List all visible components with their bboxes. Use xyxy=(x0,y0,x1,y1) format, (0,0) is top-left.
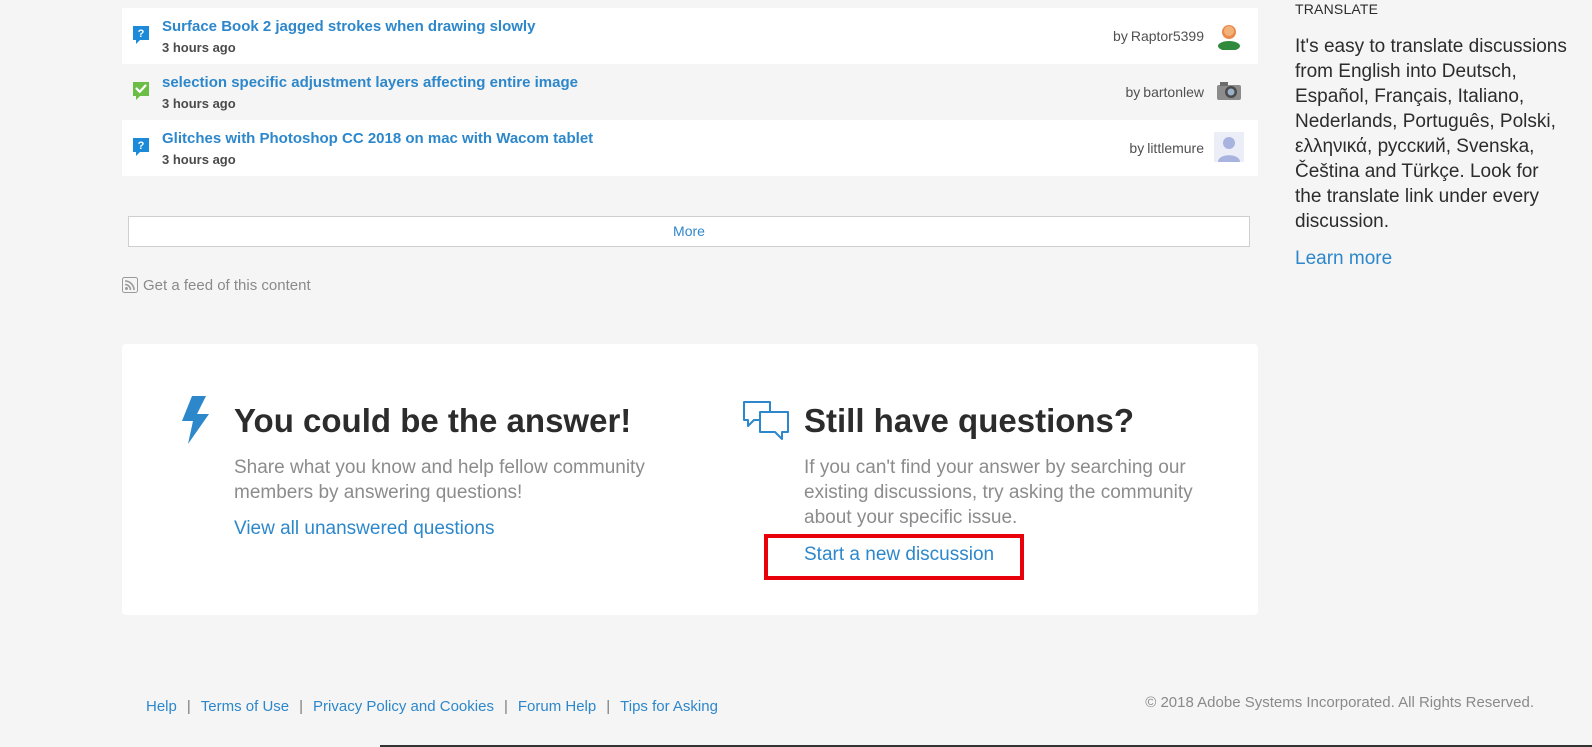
questions-heading: Still have questions? xyxy=(804,402,1135,439)
footer-link-help[interactable]: Help xyxy=(146,698,177,715)
answer-heading: You could be the answer! xyxy=(234,402,632,439)
footer-separator: | xyxy=(186,698,191,715)
author-name[interactable]: bartonlew xyxy=(1143,84,1204,100)
footer-separator: | xyxy=(503,698,508,715)
discussion-list: ? Surface Book 2 jagged strokes when dra… xyxy=(122,8,1258,176)
person-avatar-icon[interactable] xyxy=(1214,20,1244,50)
author-name[interactable]: Raptor5399 xyxy=(1131,28,1204,44)
question-icon: ? xyxy=(133,138,149,156)
footer-link-forum-help[interactable]: Forum Help xyxy=(518,698,596,715)
svg-text:?: ? xyxy=(138,28,145,40)
chat-bubbles-icon xyxy=(743,401,789,440)
author-name[interactable]: littlemure xyxy=(1147,140,1204,156)
discussion-time: 3 hours ago xyxy=(162,40,236,55)
rss-feed-icon xyxy=(122,277,138,293)
answer-callout: You could be the answer! Share what you … xyxy=(234,399,654,540)
copyright: © 2018 Adobe Systems Incorporated. All R… xyxy=(1145,694,1534,711)
svg-text:?: ? xyxy=(138,140,145,152)
discussion-author[interactable]: by littlemure xyxy=(1129,140,1204,156)
footer-links: Help | Terms of Use | Privacy Policy and… xyxy=(146,698,718,715)
footer-link-terms[interactable]: Terms of Use xyxy=(201,698,289,715)
translate-label: TRANSLATE xyxy=(1295,1,1379,17)
feed-link[interactable]: Get a feed of this content xyxy=(122,275,311,295)
by-prefix: by xyxy=(1125,84,1141,100)
translate-sidebar: TRANSLATE It's easy to translate discuss… xyxy=(1295,0,1570,270)
discussion-title-link[interactable]: selection specific adjustment layers aff… xyxy=(162,74,578,91)
answered-icon xyxy=(133,82,149,100)
list-item: ? Surface Book 2 jagged strokes when dra… xyxy=(122,8,1258,64)
camera-avatar-icon[interactable] xyxy=(1214,76,1244,106)
question-icon: ? xyxy=(133,26,149,44)
answer-description: Share what you know and help fellow comm… xyxy=(234,457,645,503)
callout-panel: You could be the answer! Share what you … xyxy=(122,344,1258,615)
footer-separator: | xyxy=(299,698,304,715)
footer-link-privacy[interactable]: Privacy Policy and Cookies xyxy=(313,698,494,715)
list-item: selection specific adjustment layers aff… xyxy=(122,64,1258,120)
highlight-box xyxy=(764,534,1024,580)
questions-description: If you can't find your answer by searchi… xyxy=(804,457,1193,528)
translate-description: It's easy to translate discussions from … xyxy=(1295,36,1567,232)
footer-link-tips[interactable]: Tips for Asking xyxy=(620,698,718,715)
discussion-author[interactable]: by Raptor5399 xyxy=(1113,28,1204,44)
lightning-bolt-icon xyxy=(182,396,209,444)
view-unanswered-link[interactable]: View all unanswered questions xyxy=(234,518,495,540)
more-button[interactable]: More xyxy=(128,216,1250,247)
list-item: ? Glitches with Photoshop CC 2018 on mac… xyxy=(122,120,1258,176)
discussion-title-link[interactable]: Glitches with Photoshop CC 2018 on mac w… xyxy=(162,130,593,147)
feed-label[interactable]: Get a feed of this content xyxy=(143,277,311,294)
learn-more-link[interactable]: Learn more xyxy=(1295,248,1570,270)
discussion-author[interactable]: by bartonlew xyxy=(1126,84,1205,100)
footer-separator: | xyxy=(606,698,611,715)
by-prefix: by xyxy=(1129,140,1145,156)
discussion-time: 3 hours ago xyxy=(162,96,236,111)
discussion-time: 3 hours ago xyxy=(162,152,236,167)
default-avatar-icon[interactable] xyxy=(1214,132,1244,162)
by-prefix: by xyxy=(1113,28,1128,44)
discussion-title-link[interactable]: Surface Book 2 jagged strokes when drawi… xyxy=(162,18,535,35)
